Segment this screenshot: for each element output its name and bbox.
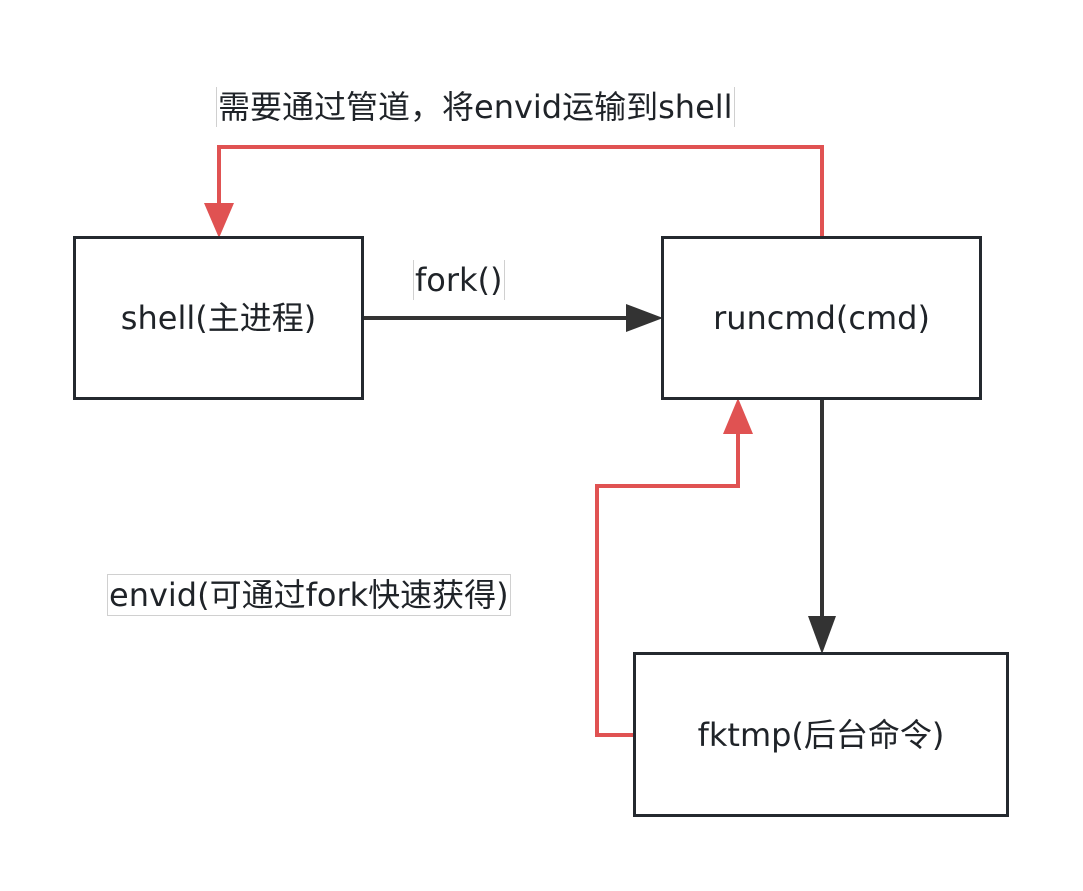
edge-runcmd-to-fktmp-arrowhead bbox=[808, 616, 836, 654]
edge-label-fork: fork() bbox=[413, 260, 505, 300]
edge-fktmp-to-runcmd-arrowhead bbox=[723, 398, 753, 434]
edge-label-envid: envid(可通过fork快速获得) bbox=[107, 574, 511, 616]
edge-fork-arrowhead bbox=[626, 304, 663, 332]
node-fktmp[interactable]: fktmp(后台命令) bbox=[633, 652, 1009, 817]
node-fktmp-label: fktmp(后台命令) bbox=[697, 715, 945, 754]
edge-runcmd-to-shell-arrowhead bbox=[204, 203, 234, 238]
node-runcmd-label: runcmd(cmd) bbox=[713, 299, 930, 337]
node-runcmd[interactable]: runcmd(cmd) bbox=[661, 236, 982, 400]
edge-label-pipe: 需要通过管道，将envid运输到shell bbox=[216, 87, 735, 127]
node-shell-label: shell(主进程) bbox=[120, 299, 317, 337]
edge-runcmd-to-shell-line bbox=[217, 145, 824, 236]
node-shell[interactable]: shell(主进程) bbox=[73, 236, 364, 400]
